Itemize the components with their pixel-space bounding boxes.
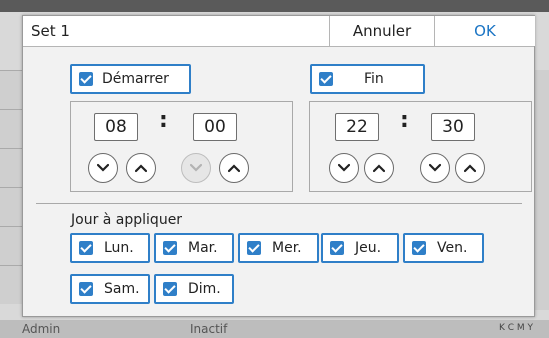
background-top-bar (0, 0, 549, 12)
end-checkbox[interactable]: Fin (310, 64, 425, 94)
start-hour-up-button[interactable] (126, 153, 156, 183)
start-hour-field[interactable]: 08 (94, 113, 138, 141)
checkbox-checked-icon (319, 72, 333, 86)
day-checkbox-wed[interactable]: Mer. (238, 233, 319, 263)
checkbox-checked-icon (79, 241, 93, 255)
end-minute-field[interactable]: 30 (431, 113, 475, 141)
chevron-down-icon (338, 163, 350, 172)
day-checkbox-sat[interactable]: Sam. (70, 274, 150, 304)
checkbox-checked-icon (247, 241, 261, 255)
day-checkbox-tue[interactable]: Mar. (154, 233, 234, 263)
status-user: Admin (22, 322, 61, 336)
day-label: Lun. (104, 240, 134, 256)
ink-levels: K C M Y (498, 323, 533, 333)
background-status-bar: Admin Inactif K C M Y (0, 320, 549, 338)
days-section-label: Jour à appliquer (71, 212, 183, 228)
day-checkbox-mon[interactable]: Lun. (70, 233, 150, 263)
schedule-dialog: Set 1 Annuler OK Démarrer Fin 08 : 00 22… (22, 15, 535, 317)
section-divider (36, 203, 522, 204)
end-hour-down-button[interactable] (329, 153, 359, 183)
day-checkbox-sun[interactable]: Dim. (154, 274, 234, 304)
cancel-button[interactable]: Annuler (329, 16, 434, 46)
day-label: Jeu. (355, 240, 382, 256)
start-checkbox[interactable]: Démarrer (70, 64, 191, 94)
end-label: Fin (364, 71, 384, 87)
start-hour-down-button[interactable] (88, 153, 118, 183)
status-state: Inactif (190, 322, 228, 336)
dialog-title: Set 1 (31, 22, 70, 40)
day-label: Dim. (188, 281, 221, 297)
ok-button[interactable]: OK (434, 16, 535, 46)
time-separator: : (400, 108, 409, 133)
chevron-up-icon (373, 164, 385, 173)
end-minute-down-button[interactable] (420, 153, 450, 183)
day-checkbox-thu[interactable]: Jeu. (321, 233, 399, 263)
start-minute-up-button[interactable] (219, 153, 249, 183)
chevron-up-icon (228, 164, 240, 173)
dialog-titlebar: Set 1 Annuler OK (23, 16, 535, 47)
start-time-panel: 08 : 00 (70, 101, 293, 192)
start-minute-field[interactable]: 00 (193, 113, 237, 141)
end-hour-up-button[interactable] (364, 153, 394, 183)
background-list (0, 70, 22, 310)
chevron-down-icon (429, 163, 441, 172)
checkbox-checked-icon (163, 241, 177, 255)
day-label: Mer. (272, 240, 302, 256)
chevron-up-icon (135, 164, 147, 173)
chevron-down-icon (190, 163, 202, 172)
chevron-up-icon (464, 164, 476, 173)
background-scroll-area (535, 70, 549, 310)
checkbox-checked-icon (79, 282, 93, 296)
day-label: Mar. (188, 240, 218, 256)
time-separator: : (159, 108, 168, 133)
day-checkbox-fri[interactable]: Ven. (403, 233, 484, 263)
start-label: Démarrer (102, 71, 169, 87)
end-time-panel: 22 : 30 (309, 101, 532, 192)
checkbox-checked-icon (412, 241, 426, 255)
start-minute-down-button[interactable] (181, 153, 211, 183)
day-label: Sam. (104, 281, 140, 297)
checkbox-checked-icon (163, 282, 177, 296)
checkbox-checked-icon (330, 241, 344, 255)
end-hour-field[interactable]: 22 (335, 113, 379, 141)
end-minute-up-button[interactable] (455, 153, 485, 183)
checkbox-checked-icon (79, 72, 93, 86)
chevron-down-icon (97, 163, 109, 172)
day-label: Ven. (437, 240, 468, 256)
